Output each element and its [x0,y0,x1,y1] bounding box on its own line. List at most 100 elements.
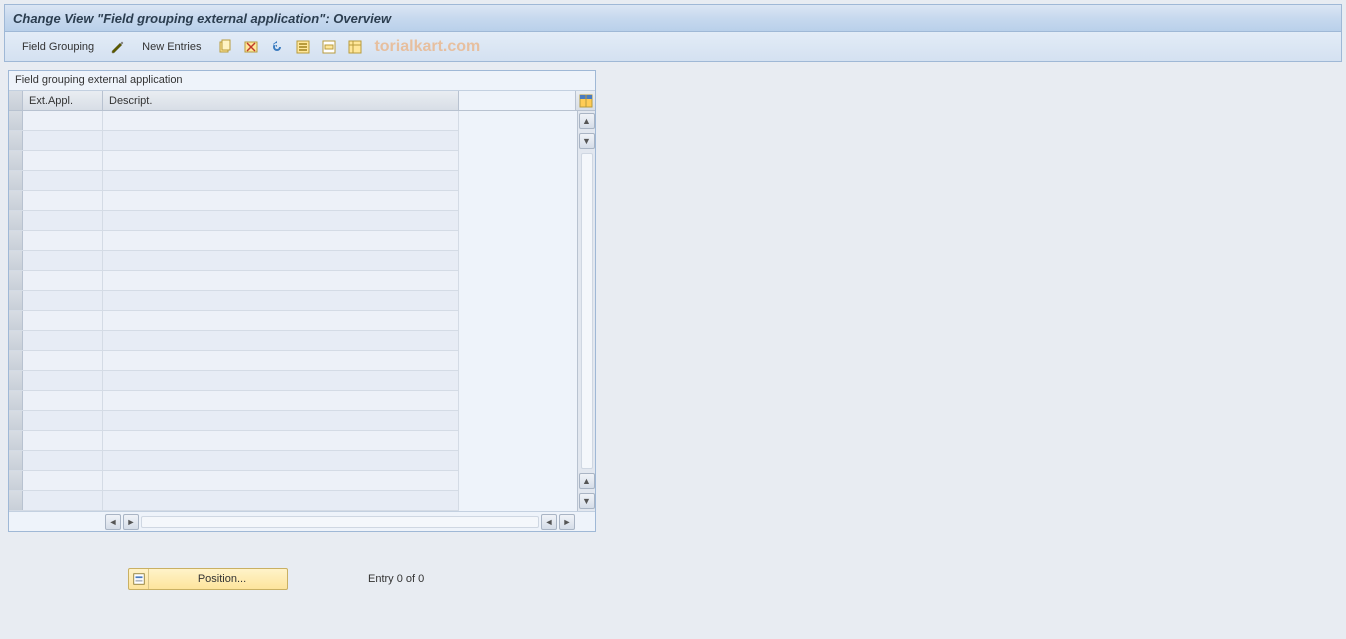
table-row[interactable] [9,411,459,431]
table-row[interactable] [9,431,459,451]
vertical-scrollbar[interactable]: ▲ ▼ ▲ ▼ [577,111,595,511]
table-row[interactable] [9,351,459,371]
cell-descript[interactable] [103,111,459,130]
table-row[interactable] [9,171,459,191]
cell-ext-appl[interactable] [23,451,103,470]
cell-ext-appl[interactable] [23,111,103,130]
table-config-button[interactable] [575,91,595,110]
cell-descript[interactable] [103,271,459,290]
field-grouping-button[interactable]: Field Grouping [13,36,103,58]
table-row[interactable] [9,211,459,231]
cell-descript[interactable] [103,371,459,390]
cell-descript[interactable] [103,131,459,150]
cell-ext-appl[interactable] [23,471,103,490]
scroll-down-button[interactable]: ▼ [579,133,595,149]
configure-button[interactable] [344,36,366,58]
scroll-right-button[interactable]: ► [123,514,139,530]
cell-descript[interactable] [103,151,459,170]
row-selector-header[interactable] [9,91,23,110]
table-row[interactable] [9,291,459,311]
table-row[interactable] [9,451,459,471]
cell-ext-appl[interactable] [23,171,103,190]
cell-ext-appl[interactable] [23,251,103,270]
cell-descript[interactable] [103,291,459,310]
toggle-display-change-button[interactable] [107,36,129,58]
row-selector[interactable] [9,491,23,510]
table-row[interactable] [9,111,459,131]
cell-ext-appl[interactable] [23,291,103,310]
hscroll-track[interactable] [141,516,539,528]
scroll-left-button-2[interactable]: ◄ [541,514,557,530]
deselect-all-button[interactable] [318,36,340,58]
cell-descript[interactable] [103,451,459,470]
row-selector[interactable] [9,231,23,250]
table-row[interactable] [9,151,459,171]
table-row[interactable] [9,491,459,511]
scroll-up-button-2[interactable]: ▲ [579,473,595,489]
cell-ext-appl[interactable] [23,491,103,510]
row-selector[interactable] [9,331,23,350]
cell-ext-appl[interactable] [23,231,103,250]
cell-ext-appl[interactable] [23,331,103,350]
delete-button[interactable] [240,36,262,58]
table-row[interactable] [9,471,459,491]
cell-ext-appl[interactable] [23,351,103,370]
row-selector[interactable] [9,111,23,130]
copy-as-button[interactable] [214,36,236,58]
row-selector[interactable] [9,191,23,210]
row-selector[interactable] [9,271,23,290]
cell-descript[interactable] [103,331,459,350]
cell-ext-appl[interactable] [23,191,103,210]
cell-ext-appl[interactable] [23,311,103,330]
row-selector[interactable] [9,131,23,150]
row-selector[interactable] [9,451,23,470]
cell-descript[interactable] [103,231,459,250]
scroll-down-button-2[interactable]: ▼ [579,493,595,509]
cell-ext-appl[interactable] [23,431,103,450]
cell-descript[interactable] [103,431,459,450]
table-row[interactable] [9,311,459,331]
cell-ext-appl[interactable] [23,371,103,390]
table-row[interactable] [9,391,459,411]
position-button[interactable]: Position... [128,568,288,590]
cell-descript[interactable] [103,211,459,230]
cell-ext-appl[interactable] [23,411,103,430]
row-selector[interactable] [9,311,23,330]
undo-button[interactable] [266,36,288,58]
table-row[interactable] [9,371,459,391]
scroll-left-button[interactable]: ◄ [105,514,121,530]
cell-descript[interactable] [103,311,459,330]
row-selector[interactable] [9,291,23,310]
table-row[interactable] [9,331,459,351]
cell-ext-appl[interactable] [23,391,103,410]
cell-descript[interactable] [103,471,459,490]
scroll-up-button[interactable]: ▲ [579,113,595,129]
row-selector[interactable] [9,411,23,430]
row-selector[interactable] [9,251,23,270]
row-selector[interactable] [9,171,23,190]
row-selector[interactable] [9,211,23,230]
scroll-track[interactable] [581,153,593,469]
select-all-button[interactable] [292,36,314,58]
row-selector[interactable] [9,351,23,370]
table-row[interactable] [9,231,459,251]
horizontal-scrollbar[interactable]: ◄ ► ◄ ► [103,512,577,532]
row-selector[interactable] [9,471,23,490]
row-selector[interactable] [9,431,23,450]
cell-descript[interactable] [103,191,459,210]
table-row[interactable] [9,131,459,151]
table-row[interactable] [9,191,459,211]
cell-descript[interactable] [103,491,459,510]
cell-descript[interactable] [103,391,459,410]
cell-ext-appl[interactable] [23,271,103,290]
column-header-descript[interactable]: Descript. [103,91,459,110]
cell-descript[interactable] [103,171,459,190]
scroll-right-button-2[interactable]: ► [559,514,575,530]
new-entries-button[interactable]: New Entries [133,36,210,58]
cell-descript[interactable] [103,251,459,270]
cell-ext-appl[interactable] [23,151,103,170]
cell-descript[interactable] [103,411,459,430]
row-selector[interactable] [9,151,23,170]
cell-descript[interactable] [103,351,459,370]
row-selector[interactable] [9,391,23,410]
